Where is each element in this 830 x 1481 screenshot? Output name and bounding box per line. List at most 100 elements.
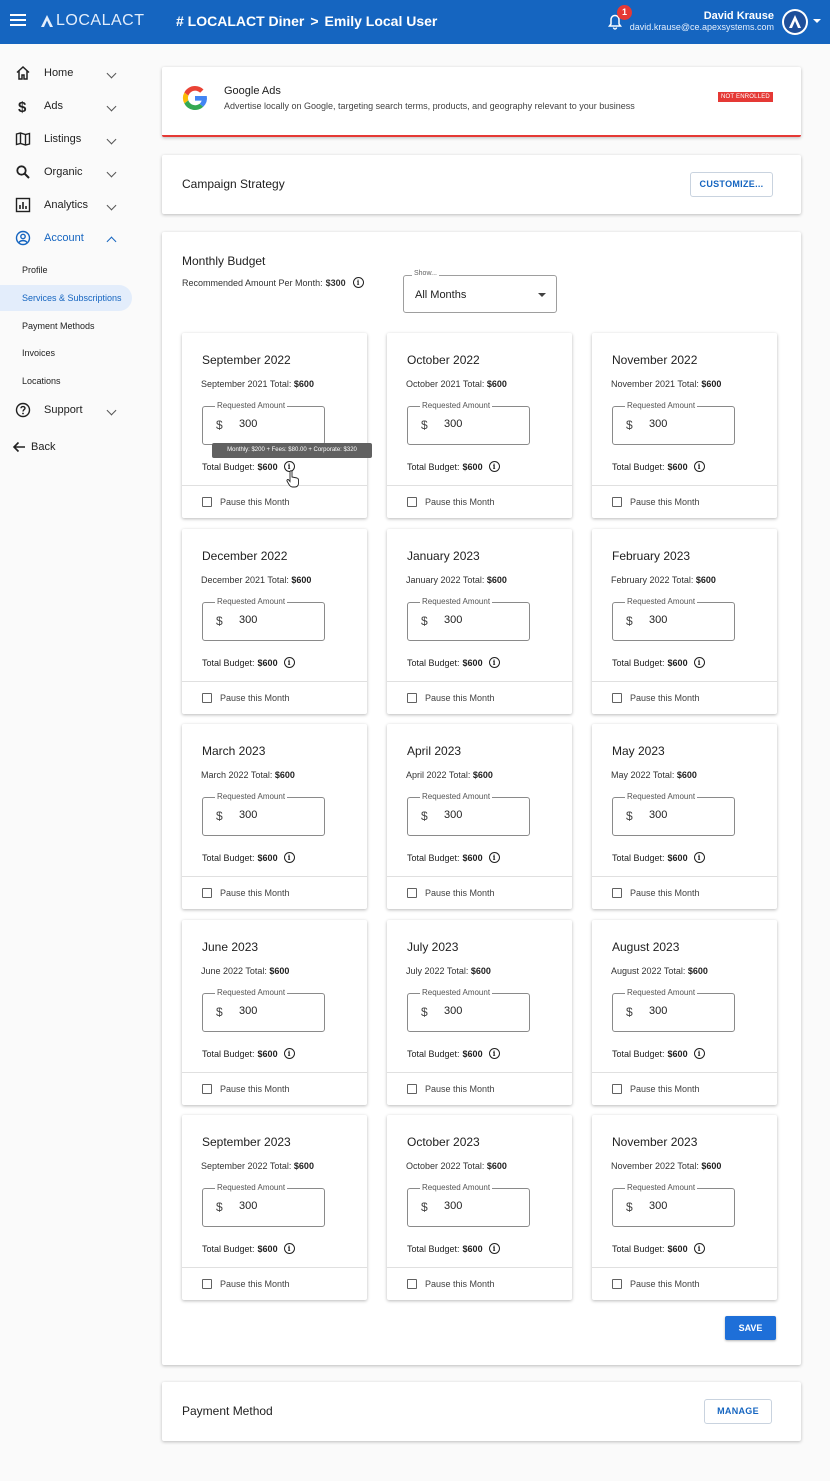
pause-month-label[interactable]: Pause this Month xyxy=(220,1279,290,1289)
pause-month-checkbox[interactable] xyxy=(202,693,212,703)
save-button[interactable]: SAVE xyxy=(725,1316,776,1340)
app-logo[interactable]: LOCALACT xyxy=(40,11,144,31)
requested-amount-field[interactable]: Requested Amount $300 xyxy=(612,597,735,641)
requested-amount-field[interactable]: Requested Amount $300 xyxy=(407,401,530,445)
pause-month-label[interactable]: Pause this Month xyxy=(220,693,290,703)
user-info[interactable]: David Krause david.krause@ce.apexsystems… xyxy=(630,10,774,32)
requested-amount-field[interactable]: Requested Amount $300 xyxy=(202,792,325,836)
pause-month-label[interactable]: Pause this Month xyxy=(630,888,700,898)
requested-amount-value[interactable]: 300 xyxy=(649,614,667,626)
requested-amount-field[interactable]: Requested Amount $300 xyxy=(202,1183,325,1227)
requested-amount-value[interactable]: 300 xyxy=(444,1005,462,1017)
requested-amount-value[interactable]: 300 xyxy=(444,418,462,430)
pause-month-checkbox[interactable] xyxy=(202,1279,212,1289)
sidebar-item-organic[interactable]: Organic xyxy=(0,158,140,186)
pause-month-label[interactable]: Pause this Month xyxy=(425,888,495,898)
pause-month-label[interactable]: Pause this Month xyxy=(220,888,290,898)
requested-amount-value[interactable]: 300 xyxy=(239,614,257,626)
requested-amount-value[interactable]: 300 xyxy=(239,418,257,430)
requested-amount-field[interactable]: Requested Amount $300 xyxy=(612,1183,735,1227)
info-icon[interactable]: i xyxy=(693,1243,705,1254)
pause-month-checkbox[interactable] xyxy=(407,693,417,703)
sidebar-item-back[interactable]: Back xyxy=(0,433,140,461)
pause-month-label[interactable]: Pause this Month xyxy=(425,1279,495,1289)
pause-month-checkbox[interactable] xyxy=(612,693,622,703)
breadcrumb-user[interactable]: Emily Local User xyxy=(325,13,438,29)
sidebar-item-analytics[interactable]: Analytics xyxy=(0,191,140,219)
requested-amount-value[interactable]: 300 xyxy=(239,1005,257,1017)
pause-month-checkbox[interactable] xyxy=(612,1084,622,1094)
requested-amount-field[interactable]: Requested Amount $300 xyxy=(407,988,530,1032)
requested-amount-value[interactable]: 300 xyxy=(444,809,462,821)
pause-month-checkbox[interactable] xyxy=(407,1279,417,1289)
sidebar-item-home[interactable]: Home xyxy=(0,59,140,87)
pause-month-checkbox[interactable] xyxy=(407,888,417,898)
pause-month-label[interactable]: Pause this Month xyxy=(630,1084,700,1094)
show-months-select[interactable]: Show... All Months xyxy=(403,270,557,313)
pause-month-checkbox[interactable] xyxy=(612,1279,622,1289)
avatar[interactable] xyxy=(782,9,808,35)
sidebar-subitem-profile[interactable]: Profile xyxy=(0,257,132,283)
pause-month-checkbox[interactable] xyxy=(202,497,212,507)
requested-amount-field[interactable]: Requested Amount $300 xyxy=(202,597,325,641)
manage-button[interactable]: MANAGE xyxy=(704,1399,772,1424)
requested-amount-field[interactable]: Requested Amount $300 xyxy=(202,401,325,445)
sidebar-item-account[interactable]: Account xyxy=(0,224,140,252)
sidebar-subitem-payment-methods[interactable]: Payment Methods xyxy=(0,313,132,339)
user-menu-caret-icon[interactable] xyxy=(813,19,821,23)
pause-month-checkbox[interactable] xyxy=(407,1084,417,1094)
requested-amount-field[interactable]: Requested Amount $300 xyxy=(407,597,530,641)
sidebar-item-support[interactable]: Support xyxy=(0,396,140,424)
pause-month-label[interactable]: Pause this Month xyxy=(220,1084,290,1094)
sidebar-item-listings[interactable]: Listings xyxy=(0,125,140,153)
requested-amount-value[interactable]: 300 xyxy=(649,1005,667,1017)
info-icon[interactable]: i xyxy=(488,852,500,863)
pause-month-label[interactable]: Pause this Month xyxy=(425,1084,495,1094)
pause-month-checkbox[interactable] xyxy=(202,888,212,898)
previous-year-label: November 2022 Total: xyxy=(611,1161,699,1171)
pause-month-checkbox[interactable] xyxy=(407,497,417,507)
pause-month-label[interactable]: Pause this Month xyxy=(630,1279,700,1289)
pause-month-checkbox[interactable] xyxy=(202,1084,212,1094)
info-icon[interactable]: i xyxy=(488,1048,500,1059)
customize-button[interactable]: CUSTOMIZE... xyxy=(690,172,773,197)
sidebar-subitem-locations[interactable]: Locations xyxy=(0,368,132,394)
requested-amount-field[interactable]: Requested Amount $300 xyxy=(612,792,735,836)
requested-amount-field[interactable]: Requested Amount $300 xyxy=(202,988,325,1032)
requested-amount-value[interactable]: 300 xyxy=(444,614,462,626)
menu-icon[interactable] xyxy=(10,14,26,28)
info-icon[interactable]: i xyxy=(283,1048,295,1059)
info-icon[interactable]: i xyxy=(283,1243,295,1254)
requested-amount-value[interactable]: 300 xyxy=(239,809,257,821)
sidebar-subitem-services-subscriptions[interactable]: Services & Subscriptions xyxy=(0,285,132,311)
info-icon[interactable]: i xyxy=(283,852,295,863)
requested-amount-value[interactable]: 300 xyxy=(649,1200,667,1212)
info-icon[interactable]: i xyxy=(693,657,705,668)
pause-month-label[interactable]: Pause this Month xyxy=(425,497,495,507)
pause-month-label[interactable]: Pause this Month xyxy=(630,693,700,703)
requested-amount-value[interactable]: 300 xyxy=(649,809,667,821)
requested-amount-field[interactable]: Requested Amount $300 xyxy=(612,988,735,1032)
requested-amount-value[interactable]: 300 xyxy=(239,1200,257,1212)
info-icon[interactable]: i xyxy=(352,277,364,288)
requested-amount-value[interactable]: 300 xyxy=(444,1200,462,1212)
requested-amount-field[interactable]: Requested Amount $300 xyxy=(407,1183,530,1227)
pause-month-label[interactable]: Pause this Month xyxy=(425,693,495,703)
info-icon[interactable]: i xyxy=(488,657,500,668)
requested-amount-field[interactable]: Requested Amount $300 xyxy=(612,401,735,445)
pause-month-label[interactable]: Pause this Month xyxy=(630,497,700,507)
sidebar-item-ads[interactable]: $ Ads xyxy=(0,92,140,120)
info-icon[interactable]: i xyxy=(693,1048,705,1059)
info-icon[interactable]: i xyxy=(693,852,705,863)
sidebar-subitem-invoices[interactable]: Invoices xyxy=(0,340,132,366)
requested-amount-field[interactable]: Requested Amount $300 xyxy=(407,792,530,836)
pause-month-label[interactable]: Pause this Month xyxy=(220,497,290,507)
requested-amount-value[interactable]: 300 xyxy=(649,418,667,430)
info-icon[interactable]: i xyxy=(283,657,295,668)
breadcrumb-store[interactable]: # LOCALACT Diner xyxy=(176,13,304,29)
info-icon[interactable]: i xyxy=(488,1243,500,1254)
pause-month-checkbox[interactable] xyxy=(612,497,622,507)
info-icon[interactable]: i xyxy=(693,461,705,472)
info-icon[interactable]: i xyxy=(488,461,500,472)
pause-month-checkbox[interactable] xyxy=(612,888,622,898)
